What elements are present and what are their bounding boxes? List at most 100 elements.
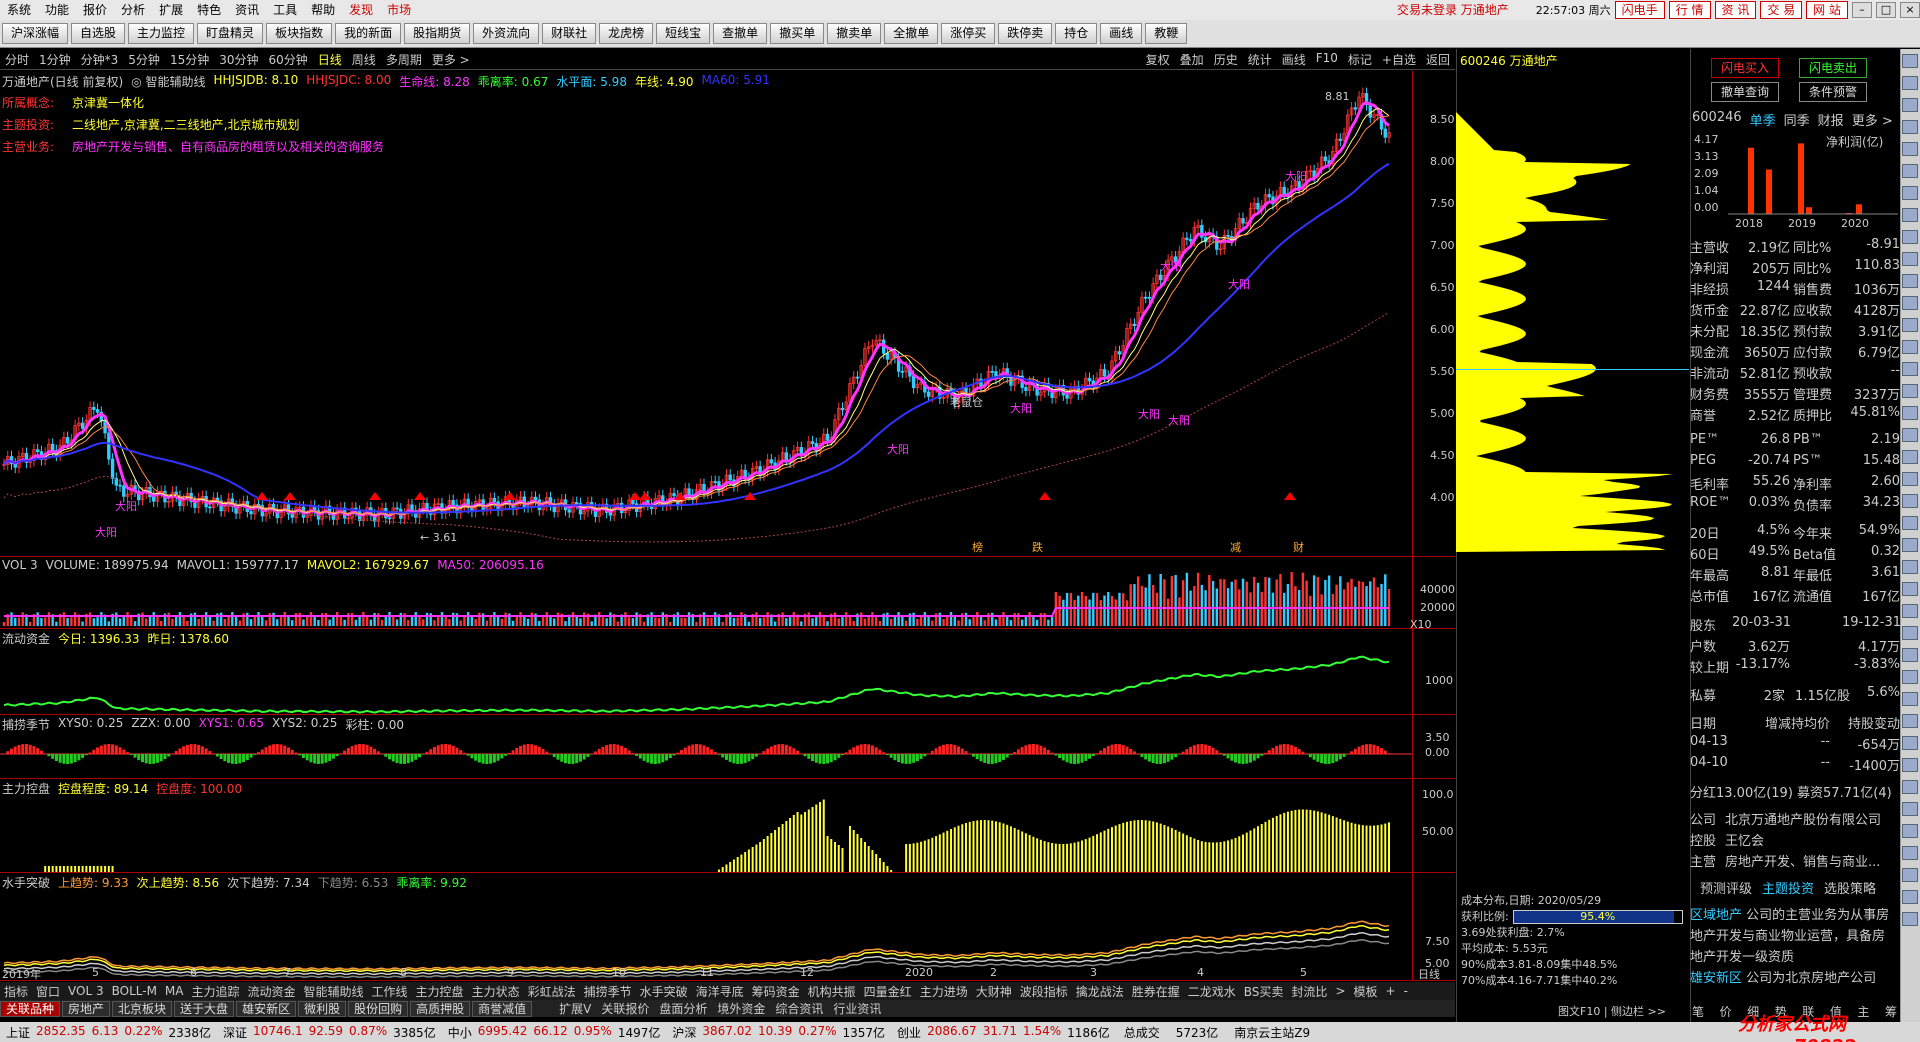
chart-tool-3[interactable]: 统计	[1243, 51, 1277, 68]
price-chart[interactable]: 8.81← 3.61大阳大阳大阳大阳大阳大阳大阳大阳大阳老鼠仓榜跌减财	[0, 72, 1455, 557]
index-2[interactable]: 中小 6995.42 66.12 0.95% 1497亿	[442, 1024, 667, 1041]
indicator-tab-25[interactable]: 封流比	[1287, 983, 1331, 1000]
side-tool-icon[interactable]	[1902, 802, 1918, 816]
cancel-query-button[interactable]: 撤单查询	[1711, 82, 1779, 102]
side-tool-icon[interactable]	[1902, 648, 1918, 662]
toolbar-button-10[interactable]: 短线宝	[656, 23, 711, 44]
control-chart[interactable]	[0, 794, 1412, 872]
toolbar-button-19[interactable]: 教鞭	[1145, 23, 1188, 44]
research-link-2[interactable]: 选股策略	[1824, 878, 1876, 897]
menu-extra-0[interactable]: 发现	[342, 0, 380, 20]
news-tab-2[interactable]: 盘面分析	[654, 1000, 712, 1017]
indicator-tab-16[interactable]: 机构共振	[804, 983, 860, 1000]
category-tab-7[interactable]: 高质押股	[410, 1000, 471, 1017]
toolbar-button-2[interactable]: 主力监控	[128, 23, 195, 44]
indicator-tab-27[interactable]: 模板	[1350, 983, 1382, 1000]
side-tool-icon[interactable]	[1902, 604, 1918, 618]
maximize-icon[interactable]: □	[1876, 2, 1896, 18]
quick-button-2[interactable]: 资 讯	[1714, 1, 1757, 19]
indicator-tab-26[interactable]: >	[1331, 984, 1349, 998]
toolbar-button-5[interactable]: 我的新面	[335, 23, 402, 44]
toolbar-button-14[interactable]: 全撤单	[884, 23, 939, 44]
menu-item-3[interactable]: 分析	[114, 0, 152, 20]
toolbar-button-12[interactable]: 撤买单	[770, 23, 825, 44]
chart-tool-1[interactable]: 叠加	[1175, 51, 1209, 68]
indicator-tab-18[interactable]: 主力进场	[916, 983, 972, 1000]
category-tab-0[interactable]: 关联品种	[0, 1000, 61, 1017]
side-tool-icon[interactable]	[1902, 890, 1918, 904]
indicator-tab-9[interactable]: 主力控盘	[412, 983, 468, 1000]
indicator-tab-13[interactable]: 水手突破	[636, 983, 692, 1000]
side-tool-icon[interactable]	[1902, 76, 1918, 90]
side-tool-icon[interactable]	[1902, 296, 1918, 310]
side-tool-icon[interactable]	[1902, 406, 1918, 420]
side-tool-icon[interactable]	[1902, 494, 1918, 508]
side-tool-icon[interactable]	[1902, 362, 1918, 376]
flash-buy-button[interactable]: 闪电买入	[1711, 58, 1779, 78]
side-tool-icon[interactable]	[1902, 98, 1918, 112]
flow-chart[interactable]	[0, 644, 1412, 714]
toolbar-button-4[interactable]: 板块指数	[266, 23, 333, 44]
quick-button-3[interactable]: 交 易	[1760, 1, 1803, 19]
side-tool-icon[interactable]	[1902, 164, 1918, 178]
side-tool-icon[interactable]	[1902, 560, 1918, 574]
season-chart[interactable]	[0, 730, 1412, 778]
side-tool-icon[interactable]	[1902, 736, 1918, 750]
chart-tool-2[interactable]: 历史	[1209, 51, 1243, 68]
indicator-tab-11[interactable]: 彩虹战法	[524, 983, 580, 1000]
indicator-tab-14[interactable]: 海洋寻底	[692, 983, 748, 1000]
chip-footer[interactable]: 图文F10 | 侧边栏 >>	[1558, 1003, 1666, 1019]
side-tool-icon[interactable]	[1902, 912, 1918, 926]
menu-item-5[interactable]: 特色	[190, 0, 228, 20]
toolbar-button-1[interactable]: 自选股	[71, 23, 126, 44]
fin-tab-2[interactable]: 财报	[1818, 110, 1844, 129]
indicator-tab-1[interactable]: 窗口	[32, 983, 64, 1000]
period-tab-8[interactable]: 周线	[347, 51, 381, 68]
chart-tool-4[interactable]: 画线	[1277, 51, 1311, 68]
indicator-tab-17[interactable]: 四量金红	[860, 983, 916, 1000]
side-tool-icon[interactable]	[1902, 186, 1918, 200]
indicator-tab-10[interactable]: 主力状态	[468, 983, 524, 1000]
toolbar-button-6[interactable]: 股指期货	[404, 23, 471, 44]
side-tool-icon[interactable]	[1902, 428, 1918, 442]
region-tag[interactable]: 区域地产	[1690, 908, 1742, 923]
category-tab-6[interactable]: 股份回购	[348, 1000, 409, 1017]
chip-distribution[interactable]	[1456, 72, 1689, 557]
indicator-tab-19[interactable]: 大财神	[972, 983, 1016, 1000]
toolbar-button-8[interactable]: 财联社	[542, 23, 597, 44]
period-tab-3[interactable]: 5分钟	[123, 51, 165, 68]
index-3[interactable]: 沪深 3867.02 10.39 0.27% 1357亿	[666, 1024, 891, 1041]
toolbar-button-17[interactable]: 持仓	[1055, 23, 1098, 44]
chart-tool-5[interactable]: F10	[1311, 51, 1343, 68]
condition-alert-button[interactable]: 条件预警	[1799, 82, 1867, 102]
category-tab-3[interactable]: 送于大盘	[174, 1000, 235, 1017]
side-tool-icon[interactable]	[1902, 692, 1918, 706]
indicator-tab-24[interactable]: BS买卖	[1240, 983, 1288, 1000]
indicator-tab-29[interactable]: -	[1400, 984, 1412, 998]
side-tool-icon[interactable]	[1902, 780, 1918, 794]
side-tool-icon[interactable]	[1902, 252, 1918, 266]
indicator-tab-6[interactable]: 流动资金	[244, 983, 300, 1000]
category-tab-2[interactable]: 北京板块	[112, 1000, 173, 1017]
indicator-tab-5[interactable]: 主力追踪	[187, 983, 243, 1000]
period-tab-9[interactable]: 多周期	[381, 51, 427, 68]
news-tab-1[interactable]: 关联报价	[596, 1000, 654, 1017]
indicator-tab-21[interactable]: 擒龙战法	[1072, 983, 1128, 1000]
category-tab-8[interactable]: 商誉减值	[472, 1000, 533, 1017]
toolbar-button-16[interactable]: 跌停卖	[998, 23, 1053, 44]
period-tab-0[interactable]: 分时	[0, 51, 34, 68]
detail-tab-0[interactable]: 笔	[1692, 1003, 1704, 1020]
side-tool-icon[interactable]	[1902, 516, 1918, 530]
side-tool-icon[interactable]	[1902, 846, 1918, 860]
volume-chart[interactable]	[0, 572, 1412, 628]
index-4[interactable]: 创业 2086.67 31.71 1.54% 1186亿	[891, 1024, 1116, 1041]
news-tab-3[interactable]: 境外资金	[712, 1000, 770, 1017]
detail-tab-1[interactable]: 价	[1720, 1003, 1732, 1020]
toolbar-button-0[interactable]: 沪深涨幅	[2, 23, 69, 44]
menu-item-4[interactable]: 扩展	[152, 0, 190, 20]
menu-item-0[interactable]: 系统	[0, 0, 38, 20]
side-tool-icon[interactable]	[1902, 54, 1918, 68]
indicator-tab-8[interactable]: 工作线	[368, 983, 412, 1000]
indicator-tab-22[interactable]: 胜券在握	[1128, 983, 1184, 1000]
quick-button-0[interactable]: 闪电手	[1614, 1, 1665, 19]
